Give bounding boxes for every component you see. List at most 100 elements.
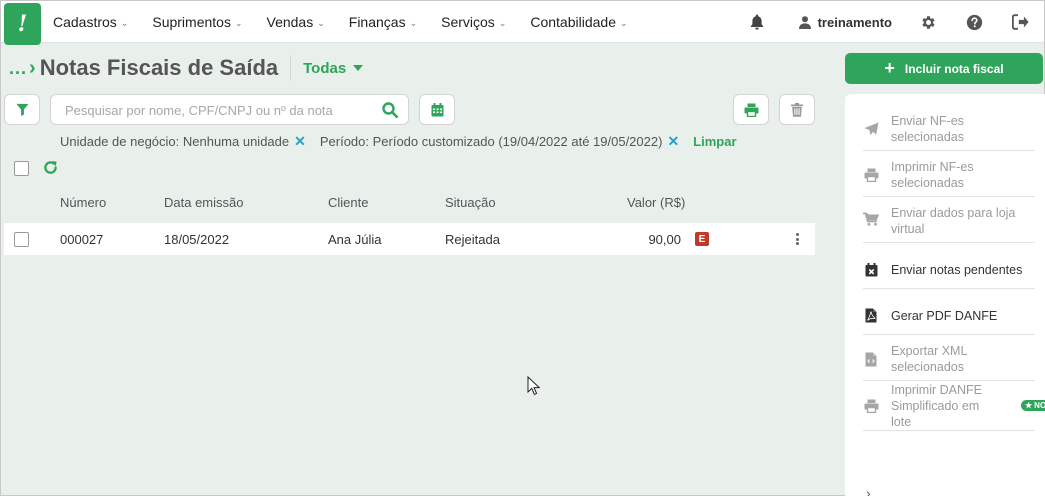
action-label: Enviar dados para loja virtual	[891, 206, 1016, 236]
help-icon[interactable]	[964, 12, 984, 32]
page-title: Notas Fiscais de Saída	[39, 55, 279, 80]
date-picker-button[interactable]	[419, 94, 455, 125]
top-right-actions: treinamento	[747, 1, 1044, 43]
status-filter-dropdown[interactable]: Todas	[303, 60, 364, 77]
chip-label: Período: Período customizado (19/04/2022…	[319, 134, 663, 149]
calendar-icon	[431, 102, 443, 116]
column-header-data[interactable]: Data emissão	[164, 195, 243, 210]
menu-suprimentos[interactable]: Suprimentos ⌄	[152, 14, 242, 30]
chevron-down-icon: ⌄	[619, 17, 628, 28]
logout-icon[interactable]	[1010, 12, 1030, 32]
row-checkbox[interactable]	[14, 232, 29, 247]
print-icon	[863, 167, 879, 183]
menu-label: Cadastros	[53, 14, 117, 30]
action-print-nfes[interactable]: Imprimir NF-es selecionadas	[863, 159, 1035, 197]
column-header-cliente[interactable]: Cliente	[328, 195, 368, 210]
main-menu: Cadastros ⌄ Suprimentos ⌄ Vendas ⌄ Finanças…	[53, 1, 652, 43]
star-icon: ★	[1025, 401, 1033, 410]
cell-situacao: Rejeitada	[445, 232, 500, 247]
delete-button[interactable]	[779, 94, 815, 125]
kebab-dot	[795, 233, 799, 236]
app-logo[interactable]: !	[4, 3, 41, 45]
add-invoice-button[interactable]: + Incluir nota fiscal	[845, 53, 1043, 84]
action-export-xml[interactable]: Exportar XML selecionados	[863, 343, 1035, 381]
menu-label: Suprimentos	[152, 14, 231, 30]
close-icon[interactable]: ✕	[667, 133, 679, 150]
mouse-pointer-icon	[527, 375, 541, 399]
menu-cadastros[interactable]: Cadastros ⌄	[53, 14, 128, 30]
chevron-down-icon: ⌄	[317, 17, 325, 28]
column-header-valor[interactable]: Valor (R$)	[627, 195, 685, 210]
menu-financas[interactable]: Finanças ⌄	[349, 14, 417, 30]
top-navbar: ! Cadastros ⌄ Suprimentos ⌄ Vendas ⌄ Finanç…	[1, 1, 1044, 45]
chevron-right-icon: ›	[29, 56, 36, 79]
cell-cliente: Ana Júlia	[328, 232, 382, 247]
action-label: Gerar PDF DANFE	[891, 308, 998, 323]
column-header-situacao[interactable]: Situação	[445, 195, 496, 210]
menu-vendas[interactable]: Vendas ⌄	[267, 14, 325, 30]
action-label: Enviar notas pendentes	[891, 262, 1023, 277]
action-label: Enviar NF-es selecionadas	[891, 114, 964, 144]
plus-icon: +	[884, 58, 895, 78]
divider	[290, 55, 292, 81]
cell-data-emissao: 18/05/2022	[164, 232, 230, 247]
chevron-down-icon: ⌄	[120, 17, 129, 28]
action-send-store[interactable]: Enviar dados para loja virtual	[863, 205, 1035, 243]
action-label: Imprimir NF-es selecionadas	[891, 160, 974, 190]
chevron-down-icon: ⌄	[498, 17, 507, 28]
search-icon[interactable]	[382, 102, 398, 121]
gear-icon[interactable]	[918, 12, 938, 32]
row-actions-menu[interactable]	[793, 231, 801, 247]
action-generate-pdf[interactable]: Gerar PDF DANFE	[863, 297, 1035, 335]
chevron-down-icon: ⌄	[234, 17, 243, 28]
funnel-icon	[15, 103, 29, 116]
menu-label: Serviços	[441, 14, 495, 30]
column-header-numero[interactable]: Número	[60, 195, 106, 210]
close-icon[interactable]: ✕	[294, 133, 306, 150]
add-invoice-label: Incluir nota fiscal	[904, 61, 1004, 76]
status-badge: E	[695, 232, 709, 246]
caret-down-icon	[353, 65, 364, 71]
filter-chip-periodo: Período: Período customizado (19/04/2022…	[320, 133, 679, 150]
refresh-icon[interactable]	[43, 160, 58, 178]
kebab-dot	[795, 242, 799, 245]
cell-valor: 90,00	[648, 232, 681, 247]
action-label: Exportar XML selecionados	[891, 344, 967, 374]
user-menu[interactable]: treinamento	[798, 14, 892, 30]
menu-label: Contabilidade	[530, 14, 616, 30]
bell-icon[interactable]	[747, 12, 767, 32]
new-badge: ★NOVO	[1021, 400, 1045, 411]
kebab-dot	[795, 237, 799, 241]
action-label: Imprimir DANFE Simplificado em lote	[891, 382, 982, 429]
calendar-x-icon	[863, 262, 879, 278]
print-icon	[744, 103, 758, 117]
send-icon	[863, 121, 879, 137]
new-badge-label: NOVO	[1034, 401, 1045, 410]
action-send-nfes[interactable]: Enviar NF-es selecionadas	[863, 113, 1035, 151]
action-print-danfe-batch[interactable]: Imprimir DANFE Simplificado em lote ★NOV…	[863, 381, 1045, 431]
chevron-right-icon[interactable]: ›	[866, 485, 871, 496]
clear-filters-link[interactable]: Limpar	[693, 134, 736, 149]
pdf-icon	[863, 308, 879, 324]
user-icon	[798, 15, 811, 29]
chevron-down-icon: ⌄	[409, 17, 418, 28]
cell-numero: 000027	[60, 232, 104, 247]
menu-contabilidade[interactable]: Contabilidade ⌄	[530, 14, 627, 30]
xml-file-icon	[863, 351, 879, 367]
cart-icon	[863, 211, 879, 227]
select-all-checkbox[interactable]	[14, 161, 29, 176]
page-header: ... › Notas Fiscais de Saída Todas	[9, 55, 364, 81]
action-send-pending[interactable]: Enviar notas pendentes	[863, 251, 1035, 289]
filter-button[interactable]	[4, 94, 40, 125]
username: treinamento	[817, 14, 892, 30]
breadcrumb[interactable]: ...	[9, 58, 27, 79]
trash-icon	[791, 102, 803, 117]
chip-label: Unidade de negócio: Nenhuma unidade	[60, 134, 290, 149]
print-icon	[863, 398, 879, 414]
active-filters: Unidade de negócio: Nenhuma unidade ✕ Per…	[60, 133, 737, 150]
table-row[interactable]: 000027 18/05/2022 Ana Júlia Rejeitada 90…	[4, 223, 815, 255]
print-button[interactable]	[733, 94, 769, 125]
search-input[interactable]	[65, 101, 365, 119]
filter-chip-unidade: Unidade de negócio: Nenhuma unidade ✕	[60, 133, 306, 150]
menu-servicos[interactable]: Serviços ⌄	[441, 14, 506, 30]
